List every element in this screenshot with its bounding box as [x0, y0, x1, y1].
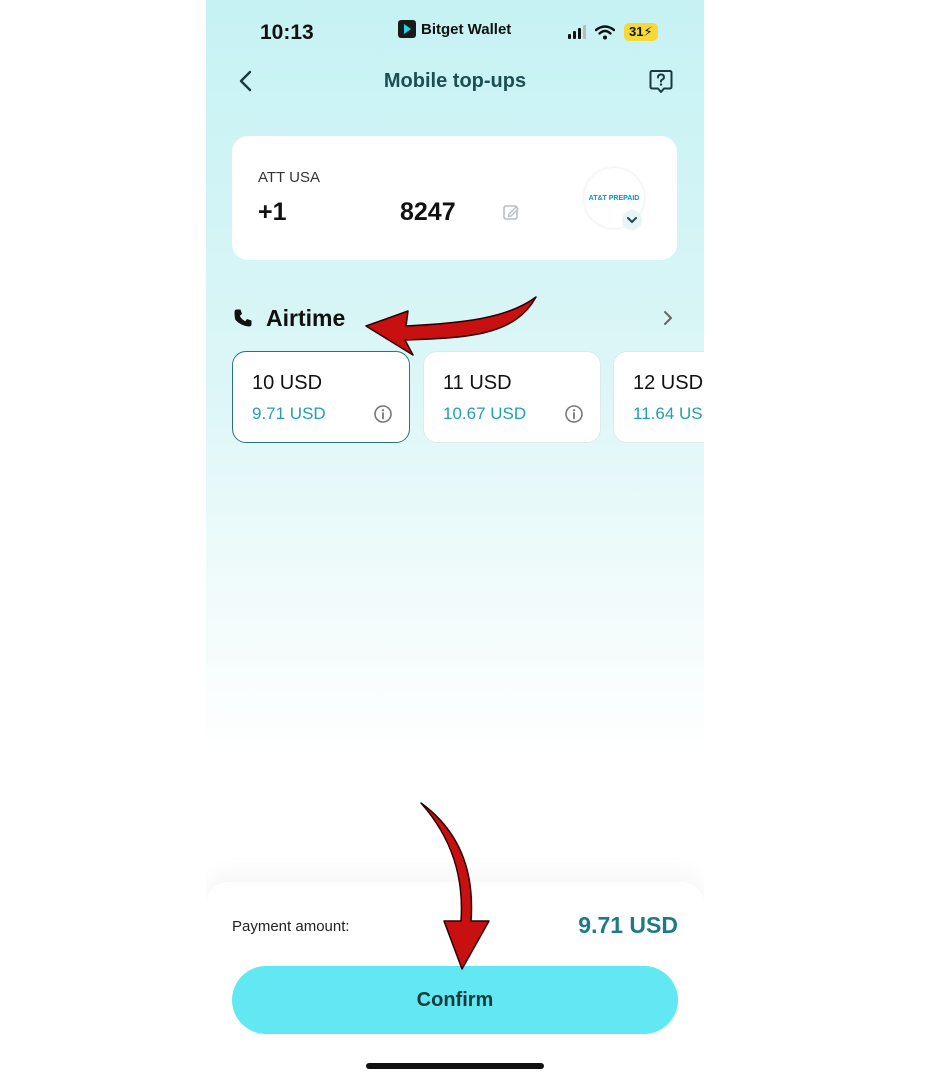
battery-indicator: 31⚡ — [624, 23, 658, 41]
info-icon[interactable] — [564, 404, 584, 424]
country-code: +1 — [258, 198, 287, 226]
plan-card-selected[interactable]: 10 USD 9.71 USD — [232, 351, 410, 443]
payment-amount-label: Payment amount: — [232, 918, 350, 935]
plan-price: 9.71 USD — [252, 404, 326, 423]
chevron-right-icon[interactable] — [660, 309, 676, 327]
home-indicator — [366, 1063, 544, 1069]
app-brand: Bitget Wallet — [398, 20, 511, 38]
plan-list: 10 USD 9.71 USD 11 USD 10.67 USD 12 USD … — [232, 351, 704, 447]
phone-number: 8247 — [400, 198, 456, 226]
plan-price: 11.64 USD — [633, 404, 704, 423]
carrier-logo-text: AT&T PREPAID — [588, 194, 640, 202]
payment-panel: Payment amount: 9.71 USD Confirm — [206, 882, 704, 1080]
edit-icon[interactable] — [502, 203, 520, 221]
plan-face-value: 10 USD — [252, 372, 323, 394]
plan-card[interactable]: 12 USD 11.64 USD — [613, 351, 704, 443]
phone-number-card[interactable]: ATT USA +1 8247 AT&T PREPAID — [232, 136, 677, 260]
page-title: Mobile top-ups — [383, 70, 527, 92]
wifi-icon — [595, 24, 615, 39]
carrier-dropdown[interactable] — [622, 210, 642, 230]
chevron-down-icon — [627, 217, 637, 223]
phone-icon — [234, 309, 252, 327]
status-bar: 10:13 Bitget Wallet 31⚡ — [206, 0, 704, 64]
bitget-logo-icon — [398, 20, 416, 38]
plan-price: 10.67 USD — [443, 404, 527, 423]
airtime-section-header[interactable]: Airtime — [232, 302, 677, 336]
app-screen: 10:13 Bitget Wallet 31⚡ Mobile top-ups A… — [206, 0, 704, 1080]
confirm-button[interactable]: Confirm — [232, 966, 678, 1034]
nav-bar: Mobile top-ups — [206, 60, 704, 104]
payment-amount-value: 9.71 USD — [578, 912, 678, 938]
question-icon[interactable] — [648, 68, 674, 94]
status-icons: 31⚡ — [568, 23, 658, 41]
status-time: 10:13 — [260, 21, 314, 44]
plan-face-value: 12 USD — [633, 372, 704, 394]
plan-face-value: 11 USD — [443, 372, 512, 394]
plan-card[interactable]: 11 USD 10.67 USD — [423, 351, 601, 443]
app-name: Bitget Wallet — [421, 20, 512, 38]
section-title: Airtime — [266, 305, 346, 331]
signal-icon — [568, 25, 586, 39]
carrier-name: ATT USA — [258, 169, 320, 186]
info-icon[interactable] — [373, 404, 393, 424]
